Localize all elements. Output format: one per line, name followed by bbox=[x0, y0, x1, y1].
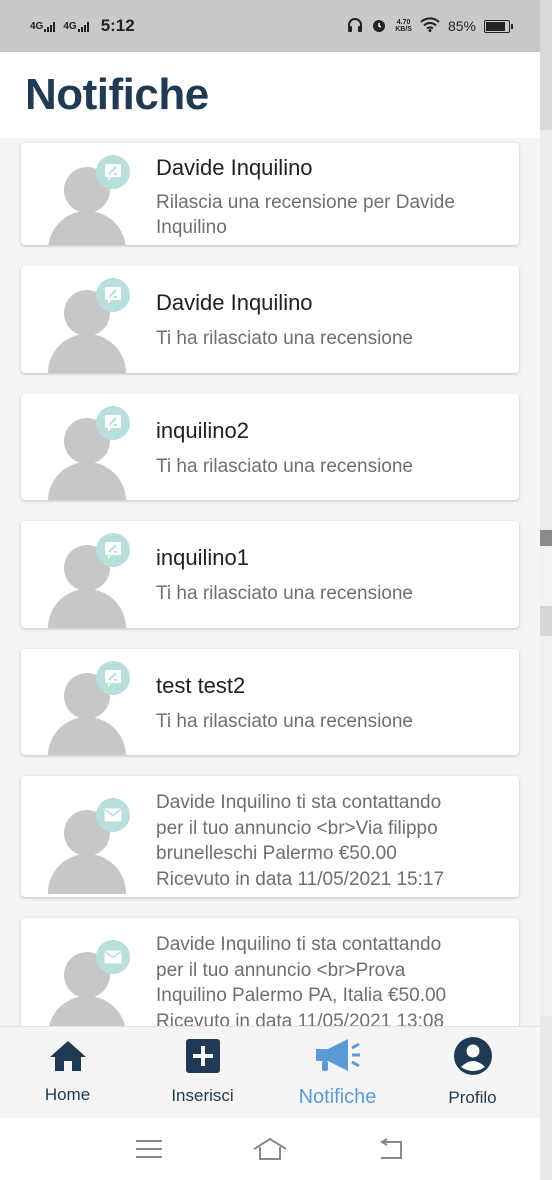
notification-card[interactable]: Davide Inquilino Ti ha rilasciato una re… bbox=[21, 266, 519, 373]
signal-bars-icon bbox=[77, 21, 89, 32]
message-line: Ricevuto in data 11/05/2021 13:08 bbox=[156, 1010, 445, 1027]
nav-inserisci-label: Inserisci bbox=[171, 1086, 234, 1105]
message-line: Davide Inquilino ti sta contattando bbox=[156, 934, 442, 955]
notification-card[interactable]: inquilino2 Ti ha rilasciato una recensio… bbox=[21, 394, 519, 500]
system-navigation-bar bbox=[0, 1118, 540, 1180]
network-speed: 4.70 KB/S bbox=[395, 19, 412, 33]
account-circle-icon bbox=[453, 1037, 492, 1080]
avatar bbox=[48, 661, 130, 755]
status-bar: 4G 4G 5:12 4.70 KB/S 85% bbox=[0, 0, 540, 52]
network-indicator-1: 4G bbox=[30, 20, 56, 32]
notification-message: Davide Inquilino ti sta contattando per … bbox=[156, 790, 506, 892]
battery-fill bbox=[486, 21, 505, 31]
clock: 5:12 bbox=[100, 16, 135, 35]
mail-badge-icon bbox=[96, 798, 130, 832]
headphones-icon bbox=[347, 17, 363, 36]
message-line: per il tuo annuncio <br>Prova bbox=[156, 959, 406, 981]
alarm-icon bbox=[371, 17, 387, 36]
notification-title: inquilino1 bbox=[156, 545, 249, 570]
page-header: Notifiche bbox=[0, 52, 540, 138]
notification-text: Ti ha rilasciato una recensione bbox=[156, 583, 413, 604]
status-right: 4.70 KB/S 85% bbox=[347, 17, 513, 36]
review-badge-icon bbox=[96, 406, 130, 440]
notification-text: Ti ha rilasciato una recensione bbox=[156, 456, 413, 477]
message-line: brunelleschi Palermo €50.00 bbox=[156, 843, 397, 864]
network-type-1: 4G bbox=[30, 20, 44, 32]
nav-notifiche[interactable]: Notifiche bbox=[270, 1027, 405, 1118]
page-title: Notifiche bbox=[25, 70, 209, 119]
notification-card[interactable]: inquilino1 Ti ha rilasciato una recensio… bbox=[21, 521, 519, 628]
bottom-navigation: Home Inserisci Notifiche Profilo bbox=[0, 1026, 540, 1118]
notification-card[interactable]: Davide Inquilino Rilascia una recensione… bbox=[21, 143, 519, 245]
avatar bbox=[48, 533, 130, 628]
battery-percent: 85% bbox=[447, 18, 476, 34]
review-badge-icon bbox=[96, 533, 130, 567]
speed-value: 4.70 bbox=[396, 19, 411, 26]
notification-text: Ti ha rilasciato una recensione bbox=[156, 328, 413, 349]
notification-title: Davide Inquilino bbox=[156, 290, 313, 315]
nav-home-label: Home bbox=[44, 1085, 91, 1104]
nav-notifiche-label: Notifiche bbox=[298, 1085, 377, 1108]
signal-bars-icon bbox=[44, 21, 56, 32]
megaphone-icon bbox=[314, 1037, 362, 1078]
nav-inserisci[interactable]: Inserisci bbox=[135, 1027, 270, 1118]
notification-card[interactable]: Davide Inquilino ti sta contattando per … bbox=[21, 776, 519, 897]
notification-title: test test2 bbox=[156, 673, 246, 698]
avatar bbox=[48, 155, 130, 245]
battery-icon bbox=[484, 19, 513, 33]
speed-unit: KB/S bbox=[395, 26, 412, 33]
review-badge-icon bbox=[96, 155, 130, 189]
mail-badge-icon bbox=[96, 940, 130, 974]
message-line: Ricevuto in data 11/05/2021 15:17 bbox=[156, 868, 445, 890]
nav-profilo[interactable]: Profilo bbox=[405, 1027, 540, 1118]
background-app-edge bbox=[540, 0, 552, 1180]
notification-text: Ti ha rilasciato una recensione bbox=[156, 711, 413, 732]
notification-text: Rilascia una recensione per Davide Inqui… bbox=[156, 192, 455, 238]
notification-message: Davide Inquilino ti sta contattando per … bbox=[156, 932, 506, 1026]
message-line: per il tuo annuncio <br>Via filippo bbox=[156, 817, 438, 839]
avatar bbox=[48, 940, 130, 1026]
notification-card[interactable]: test test2 Ti ha rilasciato una recensio… bbox=[21, 649, 519, 755]
avatar bbox=[48, 406, 130, 500]
review-badge-icon bbox=[96, 661, 130, 695]
network-indicator-2: 4G bbox=[63, 20, 89, 32]
home-button-icon[interactable] bbox=[252, 1137, 288, 1161]
notification-title: inquilino2 bbox=[156, 418, 249, 443]
avatar bbox=[48, 798, 130, 897]
nav-profilo-label: Profilo bbox=[448, 1088, 497, 1107]
nav-home[interactable]: Home bbox=[0, 1027, 135, 1118]
wifi-icon bbox=[420, 17, 440, 35]
back-icon[interactable] bbox=[377, 1138, 405, 1160]
home-icon bbox=[49, 1040, 87, 1077]
menu-icon[interactable] bbox=[135, 1138, 163, 1160]
message-line: Davide Inquilino ti sta contattando bbox=[156, 792, 442, 813]
add-box-icon bbox=[185, 1039, 220, 1078]
notification-list[interactable]: Davide Inquilino Rilascia una recensione… bbox=[0, 138, 540, 1026]
message-line: Inquilino Palermo PA, Italia €50.00 bbox=[156, 985, 447, 1006]
notification-card[interactable]: Davide Inquilino ti sta contattando per … bbox=[21, 918, 519, 1026]
status-left: 4G 4G 5:12 bbox=[30, 16, 135, 36]
review-badge-icon bbox=[96, 278, 130, 312]
avatar bbox=[48, 278, 130, 373]
notification-title: Davide Inquilino bbox=[156, 155, 313, 180]
network-type-2: 4G bbox=[63, 20, 77, 32]
